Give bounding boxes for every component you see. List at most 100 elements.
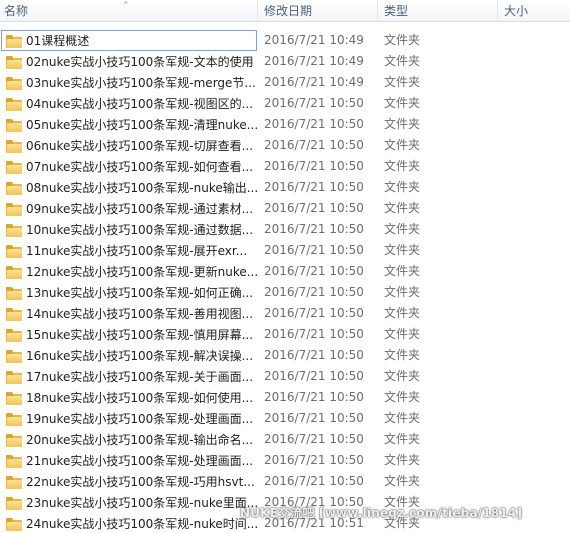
- file-name: 10nuke实战小技巧100条军规-通过数据...: [26, 223, 254, 237]
- file-row[interactable]: 17nuke实战小技巧100条军规-关于画面... 2016/7/21 10:50…: [0, 366, 570, 387]
- file-row-name-cell[interactable]: 01课程概述: [1, 30, 257, 51]
- file-row[interactable]: 11nuke实战小技巧100条军规-展开exr... 2016/7/21 10:5…: [0, 240, 570, 261]
- file-row[interactable]: 19nuke实战小技巧100条军规-处理画面... 2016/7/21 10:50…: [0, 408, 570, 429]
- file-type: 文件夹: [384, 285, 421, 299]
- file-row[interactable]: 08nuke实战小技巧100条军规-nuke输出... 2016/7/21 10:…: [0, 177, 570, 198]
- file-row-name-cell[interactable]: 22nuke实战小技巧100条军规-巧用hsvt...: [1, 471, 257, 492]
- file-row[interactable]: 12nuke实战小技巧100条军规-更新nuke... 2016/7/21 10:…: [0, 261, 570, 282]
- column-header-size[interactable]: 大小: [498, 0, 570, 22]
- file-row-name-cell[interactable]: 10nuke实战小技巧100条军规-通过数据...: [1, 219, 257, 240]
- file-row-name-cell[interactable]: 15nuke实战小技巧100条军规-慎用屏幕...: [1, 324, 257, 345]
- file-type: 文件夹: [384, 327, 421, 341]
- file-name: 11nuke实战小技巧100条军规-展开exr...: [26, 244, 248, 258]
- file-row[interactable]: 13nuke实战小技巧100条军规-如何正确... 2016/7/21 10:50…: [0, 282, 570, 303]
- file-modified-date: 2016/7/21 10:50: [264, 201, 364, 215]
- file-row-name-cell[interactable]: 04nuke实战小技巧100条军规-视图区的...: [1, 93, 257, 114]
- folder-icon: [6, 224, 22, 237]
- file-row[interactable]: 10nuke实战小技巧100条军规-通过数据... 2016/7/21 10:50…: [0, 219, 570, 240]
- folder-icon: [6, 161, 22, 174]
- file-modified-date: 2016/7/21 10:50: [264, 159, 364, 173]
- folder-icon: [6, 266, 22, 279]
- folder-icon: [6, 119, 22, 132]
- file-list: 01课程概述 2016/7/21 10:49 文件夹 02nuke实战小技巧100条军…: [0, 30, 570, 533]
- file-row-name-cell[interactable]: 05nuke实战小技巧100条军规-清理nuke...: [1, 114, 258, 135]
- folder-icon: [6, 329, 22, 342]
- file-row[interactable]: 04nuke实战小技巧100条军规-视图区的... 2016/7/21 10:50…: [0, 93, 570, 114]
- file-row-name-cell[interactable]: 13nuke实战小技巧100条军规-如何正确...: [1, 282, 257, 303]
- file-modified-date: 2016/7/21 10:50: [264, 369, 364, 383]
- file-row-name-cell[interactable]: 23nuke实战小技巧100条军规-nuke里面...: [1, 492, 258, 513]
- file-type: 文件夹: [384, 138, 421, 152]
- file-row[interactable]: 05nuke实战小技巧100条军规-清理nuke... 2016/7/21 10:…: [0, 114, 570, 135]
- folder-icon: [6, 413, 22, 426]
- file-row-name-cell[interactable]: 12nuke实战小技巧100条军规-更新nuke...: [1, 261, 258, 282]
- file-modified-date: 2016/7/21 10:50: [264, 432, 364, 446]
- file-type: 文件夹: [384, 264, 421, 278]
- file-name: 03nuke实战小技巧100条军规-merge节...: [26, 76, 256, 90]
- file-modified-date: 2016/7/21 10:50: [264, 453, 364, 467]
- file-type: 文件夹: [384, 33, 421, 47]
- file-modified-date: 2016/7/21 10:49: [264, 33, 364, 47]
- file-type: 文件夹: [384, 474, 421, 488]
- file-name: 13nuke实战小技巧100条军规-如何正确...: [26, 286, 254, 300]
- file-type: 文件夹: [384, 411, 421, 425]
- file-type: 文件夹: [384, 54, 421, 68]
- file-row[interactable]: 20nuke实战小技巧100条军规-输出命名... 2016/7/21 10:50…: [0, 429, 570, 450]
- file-name: 06nuke实战小技巧100条军规-切屏查看...: [26, 139, 254, 153]
- file-modified-date: 2016/7/21 10:50: [264, 306, 364, 320]
- file-name: 22nuke实战小技巧100条军规-巧用hsvt...: [26, 475, 255, 489]
- file-row[interactable]: 07nuke实战小技巧100条军规-如何查看... 2016/7/21 10:50…: [0, 156, 570, 177]
- file-row[interactable]: 16nuke实战小技巧100条军规-解决误操... 2016/7/21 10:50…: [0, 345, 570, 366]
- file-name: 19nuke实战小技巧100条军规-处理画面...: [26, 412, 254, 426]
- file-modified-date: 2016/7/21 10:50: [264, 264, 364, 278]
- file-row-name-cell[interactable]: 20nuke实战小技巧100条军规-输出命名...: [1, 429, 257, 450]
- folder-icon: [6, 56, 22, 69]
- folder-icon: [6, 287, 22, 300]
- file-type: 文件夹: [384, 222, 421, 236]
- file-row[interactable]: 14nuke实战小技巧100条军规-善用视图... 2016/7/21 10:50…: [0, 303, 570, 324]
- file-modified-date: 2016/7/21 10:50: [264, 138, 364, 152]
- file-row[interactable]: 21nuke实战小技巧100条军规-处理画面... 2016/7/21 10:50…: [0, 450, 570, 471]
- file-row-name-cell[interactable]: 21nuke实战小技巧100条军规-处理画面...: [1, 450, 257, 471]
- file-row-name-cell[interactable]: 09nuke实战小技巧100条军规-通过素材...: [1, 198, 257, 219]
- file-row-name-cell[interactable]: 17nuke实战小技巧100条军规-关于画面...: [1, 366, 257, 387]
- file-row[interactable]: 03nuke实战小技巧100条军规-merge节... 2016/7/21 10:…: [0, 72, 570, 93]
- file-modified-date: 2016/7/21 10:50: [264, 327, 364, 341]
- column-header-name[interactable]: 名称 ⌃: [0, 0, 258, 22]
- file-modified-date: 2016/7/21 10:50: [264, 411, 364, 425]
- file-name: 09nuke实战小技巧100条军规-通过素材...: [26, 202, 254, 216]
- folder-icon: [6, 455, 22, 468]
- file-row-name-cell[interactable]: 03nuke实战小技巧100条军规-merge节...: [1, 72, 257, 93]
- file-name: 17nuke实战小技巧100条军规-关于画面...: [26, 370, 254, 384]
- file-row-name-cell[interactable]: 02nuke实战小技巧100条军规-文本的使用: [1, 51, 257, 72]
- file-type: 文件夹: [384, 180, 421, 194]
- file-modified-date: 2016/7/21 10:50: [264, 348, 364, 362]
- file-row-name-cell[interactable]: 06nuke实战小技巧100条军规-切屏查看...: [1, 135, 257, 156]
- file-row-name-cell[interactable]: 14nuke实战小技巧100条军规-善用视图...: [1, 303, 257, 324]
- file-row-name-cell[interactable]: 18nuke实战小技巧100条军规-如何使用...: [1, 387, 257, 408]
- file-row[interactable]: 15nuke实战小技巧100条军规-慎用屏幕... 2016/7/21 10:50…: [0, 324, 570, 345]
- folder-icon: [6, 350, 22, 363]
- file-row[interactable]: 06nuke实战小技巧100条军规-切屏查看... 2016/7/21 10:50…: [0, 135, 570, 156]
- file-row[interactable]: 09nuke实战小技巧100条军规-通过素材... 2016/7/21 10:50…: [0, 198, 570, 219]
- file-row[interactable]: 22nuke实战小技巧100条军规-巧用hsvt... 2016/7/21 10:…: [0, 471, 570, 492]
- folder-icon: [6, 518, 22, 531]
- file-row-name-cell[interactable]: 19nuke实战小技巧100条军规-处理画面...: [1, 408, 257, 429]
- file-row[interactable]: 18nuke实战小技巧100条军规-如何使用... 2016/7/21 10:50…: [0, 387, 570, 408]
- file-row-name-cell[interactable]: 16nuke实战小技巧100条军规-解决误操...: [1, 345, 257, 366]
- file-type: 文件夹: [384, 369, 421, 383]
- file-row-name-cell[interactable]: 24nuke实战小技巧100条军规-nuke时间...: [1, 513, 258, 533]
- column-header-type[interactable]: 类型: [378, 0, 498, 22]
- file-row-name-cell[interactable]: 11nuke实战小技巧100条军规-展开exr...: [1, 240, 257, 261]
- file-name: 20nuke实战小技巧100条军规-输出命名...: [26, 433, 254, 447]
- file-row-name-cell[interactable]: 08nuke实战小技巧100条军规-nuke输出...: [1, 177, 258, 198]
- file-modified-date: 2016/7/21 10:49: [264, 54, 364, 68]
- column-header-date[interactable]: 修改日期: [258, 0, 378, 22]
- folder-icon: [6, 371, 22, 384]
- file-type: 文件夹: [384, 432, 421, 446]
- folder-icon: [6, 476, 22, 489]
- file-name: 04nuke实战小技巧100条军规-视图区的...: [26, 97, 254, 111]
- file-row[interactable]: 02nuke实战小技巧100条军规-文本的使用 2016/7/21 10:49 文件…: [0, 51, 570, 72]
- file-row[interactable]: 01课程概述 2016/7/21 10:49 文件夹: [0, 30, 570, 51]
- file-row-name-cell[interactable]: 07nuke实战小技巧100条军规-如何查看...: [1, 156, 257, 177]
